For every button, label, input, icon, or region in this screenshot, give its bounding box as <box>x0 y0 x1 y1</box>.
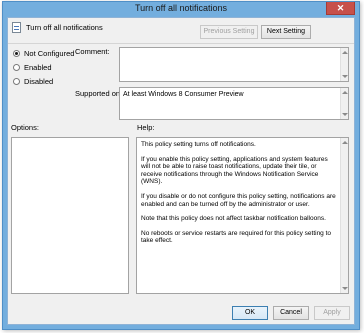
policy-setting-icon <box>12 22 21 33</box>
scroll-down-icon[interactable] <box>342 113 348 116</box>
comment-scrollbar[interactable] <box>340 48 348 81</box>
supported-on-field: At least Windows 8 Consumer Preview <box>119 87 349 120</box>
scroll-down-icon[interactable] <box>342 75 348 78</box>
comment-label: Comment: <box>75 47 110 56</box>
help-panel[interactable]: This policy setting turns off notificati… <box>136 137 349 294</box>
help-paragraph: This policy setting turns off notificati… <box>141 141 256 148</box>
scroll-up-icon[interactable] <box>342 91 348 94</box>
policy-header: Turn off all notifications Previous Sett… <box>8 18 354 42</box>
dialog-body: Turn off all notifications Previous Sett… <box>7 17 355 325</box>
help-paragraph: If you enable this policy setting, appli… <box>141 155 328 186</box>
radio-indicator[interactable] <box>13 49 20 57</box>
supported-on-label: Supported on: <box>75 89 123 98</box>
radio-disabled[interactable]: Disabled <box>13 76 53 86</box>
close-icon: ✕ <box>336 3 345 13</box>
radio-label: Not Configured <box>24 48 75 58</box>
help-paragraph: No reboots or service restarts are requi… <box>141 229 332 245</box>
options-panel <box>11 137 129 294</box>
radio-indicator[interactable] <box>13 63 20 71</box>
scroll-up-icon[interactable] <box>342 51 348 54</box>
next-setting-button[interactable]: Next Setting <box>261 25 311 39</box>
apply-button[interactable]: Apply <box>314 306 350 320</box>
supported-on-value: At least Windows 8 Consumer Preview <box>123 91 244 98</box>
supported-scrollbar[interactable] <box>340 88 348 119</box>
help-paragraph: If you disable or do not configure this … <box>141 192 336 208</box>
scroll-down-icon[interactable] <box>342 287 348 290</box>
radio-enabled[interactable]: Enabled <box>13 62 52 72</box>
radio-not-configured[interactable]: Not Configured <box>13 48 74 58</box>
header-divider <box>8 43 354 44</box>
help-text: This policy setting turns off notificati… <box>141 141 337 252</box>
radio-label: Enabled <box>24 62 52 72</box>
radio-indicator[interactable] <box>13 77 20 85</box>
options-label: Options: <box>11 123 39 132</box>
policy-title: Turn off all notifications <box>26 23 103 32</box>
cancel-button[interactable]: Cancel <box>273 306 309 320</box>
close-button[interactable]: ✕ <box>326 2 355 15</box>
dialog-window: Turn off all notifications ✕ Turn off al… <box>2 1 360 330</box>
radio-label: Disabled <box>24 76 54 86</box>
help-paragraph: Note that this policy does not affect ta… <box>141 215 326 223</box>
title-bar[interactable]: Turn off all notifications ✕ <box>3 2 359 16</box>
comment-field[interactable] <box>119 47 349 82</box>
ok-button[interactable]: OK <box>232 306 268 320</box>
scroll-up-icon[interactable] <box>342 141 348 144</box>
previous-setting-button[interactable]: Previous Setting <box>200 25 258 39</box>
window-title: Turn off all notifications <box>134 3 228 13</box>
help-scrollbar[interactable] <box>340 138 348 293</box>
help-label: Help: <box>137 123 155 132</box>
